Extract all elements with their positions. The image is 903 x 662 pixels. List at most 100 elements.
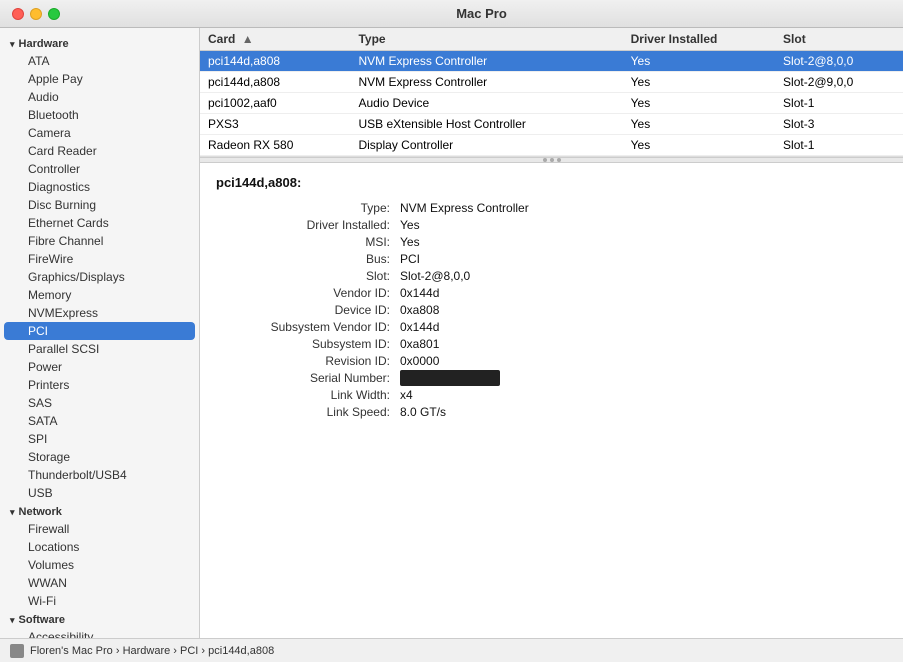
sidebar-item-nvmexpress[interactable]: NVMExpress [4,304,195,322]
col-card[interactable]: Card ▲ [200,28,350,51]
detail-label: Link Width: [216,387,396,403]
sidebar-item-bluetooth[interactable]: Bluetooth [4,106,195,124]
sidebar-item-camera[interactable]: Camera [4,124,195,142]
cell-type: Display Controller [350,135,622,156]
cell-card: pci1002,aaf0 [200,93,350,114]
cell-driver: Yes [623,93,775,114]
titlebar: Mac Pro [0,0,903,28]
detail-value: 0x0000 [400,353,887,369]
sidebar-item-ata[interactable]: ATA [4,52,195,70]
detail-label: Link Speed: [216,404,396,420]
sidebar-item-controller[interactable]: Controller [4,160,195,178]
pci-table: Card ▲ Type Driver Installed Slot pci144… [200,28,903,156]
detail-label: MSI: [216,234,396,250]
detail-value: 0x144d [400,319,887,335]
sidebar: ▾ HardwareATAApple PayAudioBluetoothCame… [0,28,200,638]
cell-driver: Yes [623,135,775,156]
col-type[interactable]: Type [350,28,622,51]
sidebar-item-sata[interactable]: SATA [4,412,195,430]
sidebar-item-firewall[interactable]: Firewall [4,520,195,538]
table-row[interactable]: pci144d,a808 NVM Express Controller Yes … [200,51,903,72]
cell-slot: Slot-3 [775,114,903,135]
detail-value [400,370,500,386]
pci-table-area: Card ▲ Type Driver Installed Slot pci144… [200,28,903,157]
detail-value: 8.0 GT/s [400,404,887,420]
computer-icon [10,644,24,658]
detail-label: Vendor ID: [216,285,396,301]
cell-driver: Yes [623,114,775,135]
detail-label: Device ID: [216,302,396,318]
splitter-dot [557,158,561,162]
detail-value: Slot-2@8,0,0 [400,268,887,284]
detail-label: Bus: [216,251,396,267]
sidebar-item-card-reader[interactable]: Card Reader [4,142,195,160]
detail-value: Yes [400,234,887,250]
sidebar-item-thunderbolt-usb4[interactable]: Thunderbolt/USB4 [4,466,195,484]
sidebar-item-storage[interactable]: Storage [4,448,195,466]
detail-label: Serial Number: [216,370,396,386]
table-row[interactable]: pci144d,a808 NVM Express Controller Yes … [200,72,903,93]
detail-label: Subsystem Vendor ID: [216,319,396,335]
sidebar-item-fibre-channel[interactable]: Fibre Channel [4,232,195,250]
col-slot[interactable]: Slot [775,28,903,51]
sidebar-item-power[interactable]: Power [4,358,195,376]
detail-label: Type: [216,200,396,216]
sidebar-item-ethernet-cards[interactable]: Ethernet Cards [4,214,195,232]
sidebar-item-spi[interactable]: SPI [4,430,195,448]
sidebar-item-usb[interactable]: USB [4,484,195,502]
cell-driver: Yes [623,51,775,72]
cell-card: Radeon RX 580 [200,135,350,156]
cell-card: PXS3 [200,114,350,135]
cell-slot: Slot-1 [775,93,903,114]
sidebar-item-volumes[interactable]: Volumes [4,556,195,574]
content-area: Card ▲ Type Driver Installed Slot pci144… [200,28,903,638]
cell-type: USB eXtensible Host Controller [350,114,622,135]
detail-grid: Type:NVM Express ControllerDriver Instal… [216,200,887,420]
detail-value: 0xa808 [400,302,887,318]
chevron-down-icon: ▾ [10,39,15,50]
cell-slot: Slot-2@9,0,0 [775,72,903,93]
splitter-dot [550,158,554,162]
col-driver[interactable]: Driver Installed [623,28,775,51]
detail-label: Driver Installed: [216,217,396,233]
sidebar-item-graphics-displays[interactable]: Graphics/Displays [4,268,195,286]
table-row[interactable]: PXS3 USB eXtensible Host Controller Yes … [200,114,903,135]
sidebar-item-audio[interactable]: Audio [4,88,195,106]
sidebar-item-apple-pay[interactable]: Apple Pay [4,70,195,88]
maximize-button[interactable] [48,8,60,20]
sidebar-item-disc-burning[interactable]: Disc Burning [4,196,195,214]
sidebar-item-firewire[interactable]: FireWire [4,250,195,268]
sidebar-item-sas[interactable]: SAS [4,394,195,412]
splitter-dot [543,158,547,162]
detail-label: Slot: [216,268,396,284]
statusbar: Floren's Mac Pro › Hardware › PCI › pci1… [0,638,903,662]
cell-type: NVM Express Controller [350,51,622,72]
sidebar-item-pci[interactable]: PCI [4,322,195,340]
detail-label: Revision ID: [216,353,396,369]
window-title: Mac Pro [72,6,891,21]
cell-type: Audio Device [350,93,622,114]
cell-slot: Slot-2@8,0,0 [775,51,903,72]
detail-label: Subsystem ID: [216,336,396,352]
cell-card: pci144d,a808 [200,72,350,93]
sidebar-item-diagnostics[interactable]: Diagnostics [4,178,195,196]
cell-type: NVM Express Controller [350,72,622,93]
sidebar-section-hardware[interactable]: ▾ Hardware [0,34,199,52]
close-button[interactable] [12,8,24,20]
sidebar-item-parallel-scsi[interactable]: Parallel SCSI [4,340,195,358]
sidebar-section-software[interactable]: ▾ Software [0,610,199,628]
traffic-lights [12,8,60,20]
sidebar-item-wwan[interactable]: WWAN [4,574,195,592]
table-row[interactable]: Radeon RX 580 Display Controller Yes Slo… [200,135,903,156]
minimize-button[interactable] [30,8,42,20]
sidebar-item-printers[interactable]: Printers [4,376,195,394]
sidebar-item-locations[interactable]: Locations [4,538,195,556]
table-row[interactable]: pci1002,aaf0 Audio Device Yes Slot-1 [200,93,903,114]
detail-value: 0xa801 [400,336,887,352]
sidebar-item-memory[interactable]: Memory [4,286,195,304]
sort-arrow: ▲ [242,32,254,46]
sidebar-item-wi-fi[interactable]: Wi-Fi [4,592,195,610]
sidebar-section-network[interactable]: ▾ Network [0,502,199,520]
chevron-down-icon: ▾ [10,615,15,626]
sidebar-item-accessibility[interactable]: Accessibility [4,628,195,638]
